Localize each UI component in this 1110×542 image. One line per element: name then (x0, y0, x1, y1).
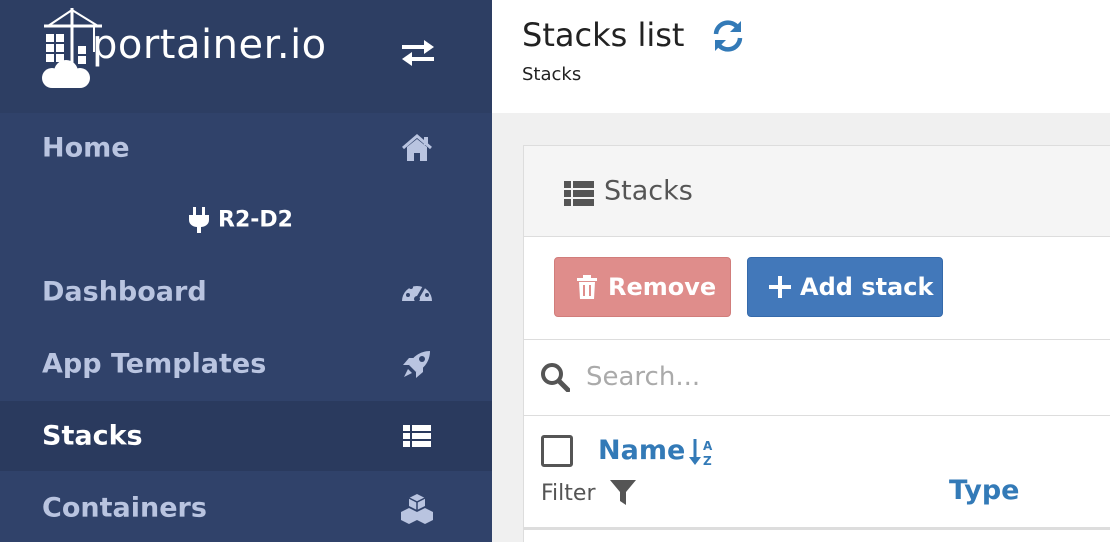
svg-text:Z: Z (703, 454, 712, 467)
filter-icon[interactable] (608, 477, 638, 507)
plug-icon (189, 207, 209, 233)
refresh-icon[interactable] (710, 18, 746, 54)
cubes-icon (401, 494, 433, 524)
sidebar-item-containers[interactable]: Containers (0, 473, 492, 542)
actions-bar: Remove Add stack (524, 238, 1110, 322)
sidebar-item-stacks[interactable]: Stacks (0, 401, 492, 471)
home-icon (402, 134, 432, 161)
column-header-name[interactable]: Name (598, 435, 685, 466)
add-stack-button[interactable]: Add stack (747, 257, 943, 317)
svg-text:A: A (703, 439, 713, 453)
list-icon (403, 425, 431, 447)
sidebar-item-app-templates[interactable]: App Templates (0, 329, 492, 399)
remove-button-label: Remove (608, 273, 717, 301)
dashboard-gauge-icon (402, 282, 432, 302)
table-header: Name A Z Filter Type (524, 417, 1110, 530)
panel-title: Stacks (604, 175, 693, 207)
page-title: Stacks list (522, 16, 685, 54)
search-icon (541, 363, 570, 392)
sidebar-item-label: Stacks (42, 420, 143, 452)
trash-icon (577, 275, 597, 299)
sort-alpha-asc-icon[interactable]: A Z (689, 437, 717, 467)
sidebar-item-dashboard[interactable]: Dashboard (0, 257, 492, 327)
panel-heading: Stacks (524, 146, 1110, 237)
page-header: Stacks list Stacks (492, 0, 1110, 113)
endpoint-label: R2-D2 (0, 185, 492, 255)
sidebar-item-home[interactable]: Home (0, 113, 492, 183)
toggle-sidebar-icon[interactable] (398, 36, 438, 70)
search-input[interactable] (586, 354, 1086, 400)
select-all-checkbox[interactable] (541, 435, 573, 467)
list-icon (564, 181, 594, 206)
rocket-icon (403, 351, 430, 378)
sidebar-item-label: Home (42, 132, 130, 164)
logo-text: portainer.io (92, 22, 327, 68)
search-bar (524, 339, 1110, 416)
sidebar-item-label: Containers (42, 492, 207, 524)
endpoint-name: R2-D2 (218, 207, 293, 233)
column-header-type[interactable]: Type (949, 475, 1019, 506)
remove-button[interactable]: Remove (554, 257, 731, 317)
sidebar-item-label: Dashboard (42, 276, 207, 308)
breadcrumb: Stacks (522, 64, 582, 85)
filter-label: Filter (541, 481, 596, 506)
brand-area: portainer.io (0, 0, 492, 113)
stacks-panel: Stacks Remove Add stack Search... Name A… (523, 145, 1110, 542)
plus-icon (769, 276, 791, 298)
sidebar: portainer.io Home R2-D2 Dashboard App Te… (0, 0, 492, 542)
add-stack-button-label: Add stack (800, 273, 934, 301)
sidebar-item-label: App Templates (42, 348, 267, 380)
